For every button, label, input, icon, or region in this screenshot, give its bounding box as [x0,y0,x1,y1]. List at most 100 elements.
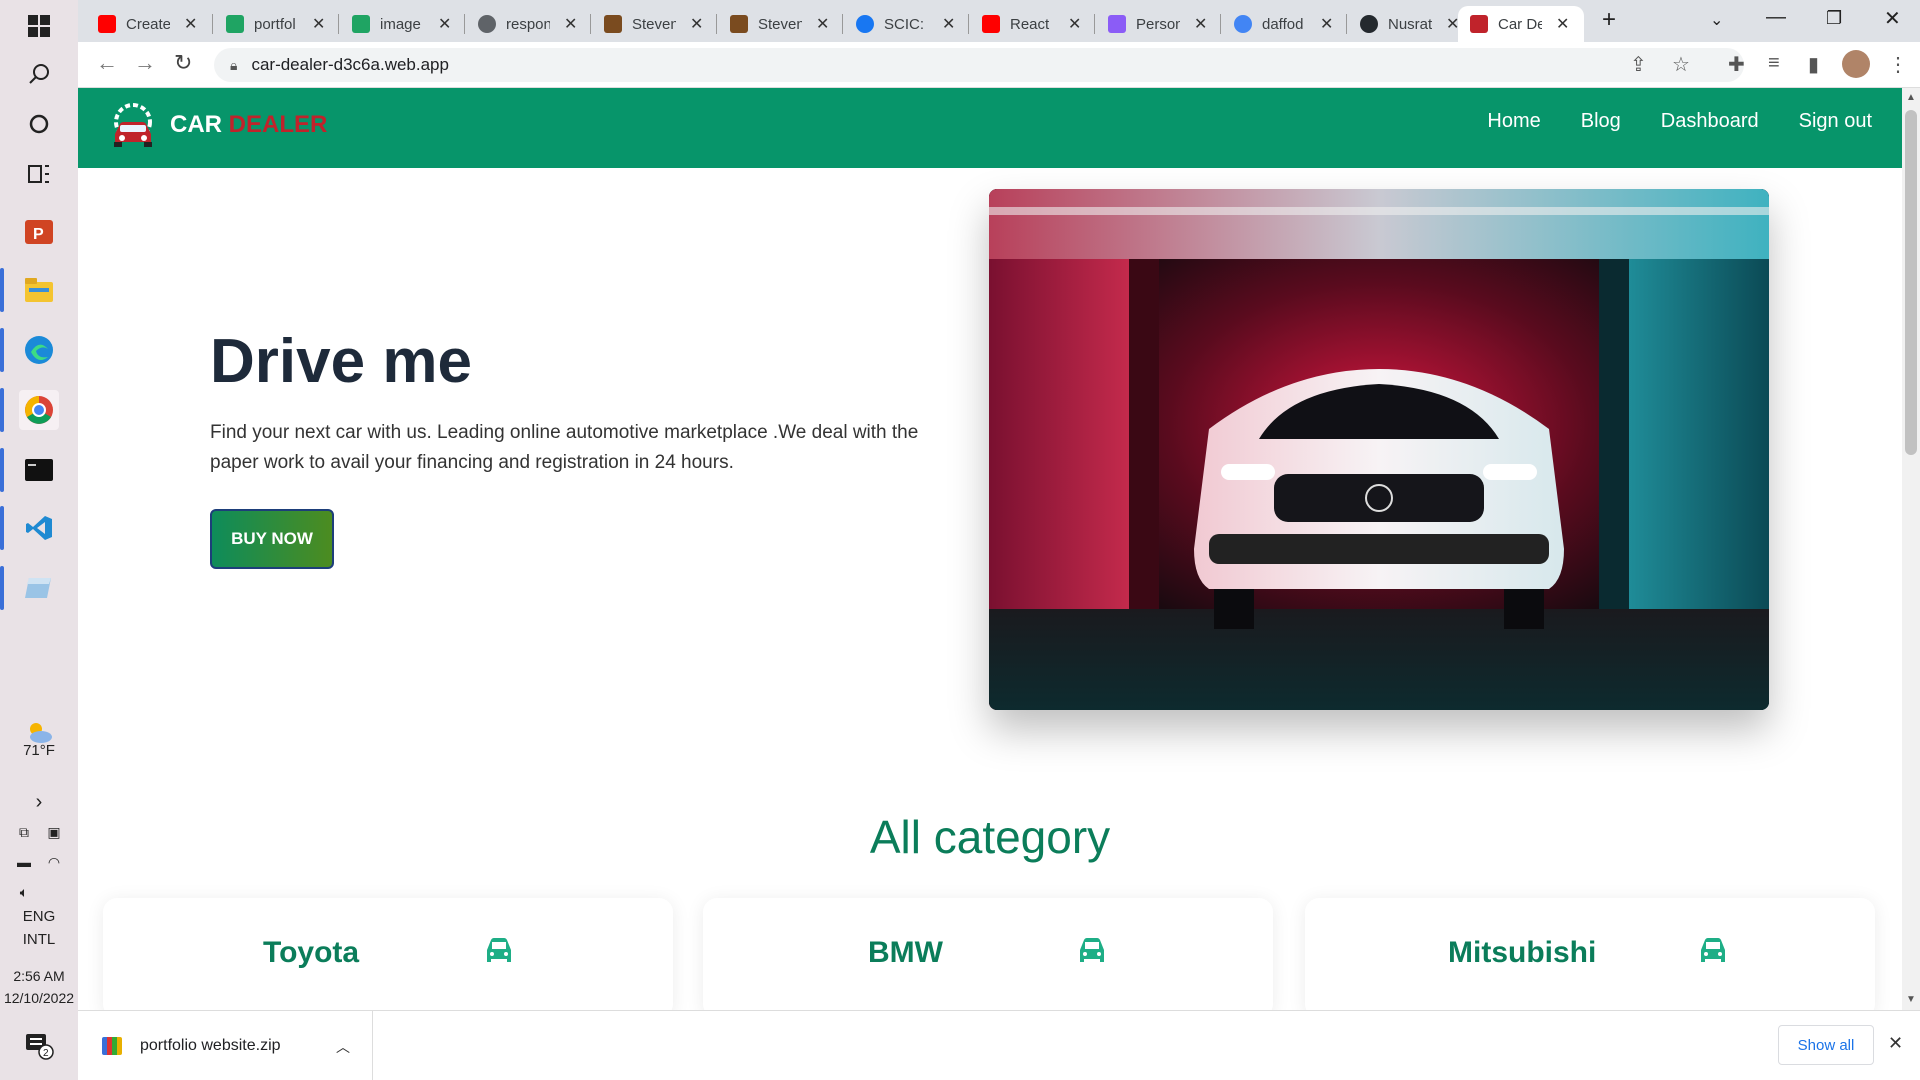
tab-label: Car De [1498,15,1542,33]
close-tab-icon[interactable]: ✕ [312,14,325,34]
forward-icon[interactable]: → [134,50,156,76]
close-window-icon[interactable]: ✕ [1884,6,1901,31]
car-favicon-icon [1470,15,1488,33]
windows-start-icon[interactable] [19,6,59,46]
tab-label: React [1010,15,1050,33]
scroll-up-icon[interactable]: ▲ [1906,92,1916,103]
category-card-mitsubishi[interactable]: Mitsubishi [1305,898,1875,1010]
extensions-icon[interactable]: ✚ [1728,52,1745,77]
category-name: BMW [868,936,943,969]
close-tab-icon[interactable]: ✕ [1320,14,1333,34]
close-tab-icon[interactable]: ✕ [942,14,955,34]
tab-label: Create [126,15,170,33]
youtube-favicon-icon [982,15,1000,33]
weather-temperature: 71°F [23,742,55,759]
browser-tab[interactable]: Create ✕ [86,6,209,42]
close-tab-icon[interactable]: ✕ [184,14,197,34]
browser-tab[interactable]: daffod ✕ [1222,6,1345,42]
browser-tab[interactable]: Person ✕ [1096,6,1219,42]
browser-tab[interactable]: React ✕ [970,6,1093,42]
category-card-bmw[interactable]: BMW [703,898,1273,1010]
browser-tab[interactable]: Steven ✕ [592,6,715,42]
app-icon[interactable] [19,568,59,608]
close-tab-icon[interactable]: ✕ [564,14,577,34]
scroll-down-icon[interactable]: ▼ [1906,994,1916,1005]
logo-word-car: CAR [170,111,222,138]
media-controls-icon[interactable]: ≡ [1768,52,1780,75]
category-card-toyota[interactable]: Toyota [103,898,673,1010]
download-item[interactable]: portfolio website.zip [102,1027,281,1065]
tab-search-icon[interactable]: ⌄ [1710,10,1723,30]
volume-icon[interactable]: 🔈︎ [12,872,36,912]
zip-file-icon [102,1037,122,1055]
browser-tab-strip: Create ✕ portfol ✕ image ✕ respon ✕ Stev… [78,0,1920,42]
tab-label: Person [1136,15,1180,33]
side-panel-icon[interactable]: ▮ [1808,52,1819,77]
notification-icon[interactable]: 2 [19,1026,59,1066]
download-shelf: portfolio website.zip ︿ Show all ✕ [78,1010,1920,1080]
minimize-icon[interactable]: — [1766,6,1786,29]
url-text[interactable]: car-dealer-d3c6a.web.app [251,55,449,75]
browser-tab-active[interactable]: Car De ✕ [1458,6,1584,42]
close-tab-icon[interactable]: ✕ [1068,14,1081,34]
browser-tab[interactable]: image ✕ [340,6,463,42]
cortana-icon[interactable] [19,104,59,144]
categories-heading: All category [869,811,1111,863]
lock-icon[interactable]: 🔒︎ [230,57,237,74]
restore-icon[interactable]: ❐ [1826,8,1842,29]
tab-label: Steven [758,15,802,33]
nav-dashboard-link[interactable]: Dashboard [1661,110,1759,133]
close-tab-icon[interactable]: ✕ [438,14,451,34]
close-tab-icon[interactable]: ✕ [1556,14,1569,34]
reload-icon[interactable]: ↻ [174,50,192,76]
address-bar[interactable]: 🔒︎ car-dealer-d3c6a.web.app [214,48,1744,82]
browser-toolbar: ← → ↻ 🔒︎ car-dealer-d3c6a.web.app ⇪ ☆ ✚ … [78,42,1920,88]
site-logo[interactable]: CAR DEALER [108,100,327,150]
file-explorer-icon[interactable] [19,270,59,310]
clock-time[interactable]: 2:56 AM [0,968,78,984]
language-variant: INTL [22,931,56,948]
browser-tab[interactable]: Steven ✕ [718,6,841,42]
close-tab-icon[interactable]: ✕ [1194,14,1207,34]
browser-tab[interactable]: portfol ✕ [214,6,337,42]
edge-browser-icon[interactable] [19,330,59,370]
download-file-name[interactable]: portfolio website.zip [140,1037,281,1055]
back-icon[interactable]: ← [96,50,118,76]
page-scrollbar[interactable]: ▲ ▼ [1902,88,1920,1010]
chrome-icon[interactable] [19,390,59,430]
profile-avatar[interactable] [1842,50,1870,78]
tab-label: daffod [1262,15,1304,33]
browser-tab[interactable]: respon ✕ [466,6,589,42]
globe-favicon-icon [478,15,496,33]
nav-blog-link[interactable]: Blog [1581,110,1621,133]
more-menu-icon[interactable]: ⋮ [1888,52,1908,77]
browser-tab[interactable]: SCIC: J ✕ [844,6,967,42]
terminal-icon[interactable] [19,450,59,490]
close-tab-icon[interactable]: ✕ [816,14,829,34]
language-indicator[interactable]: ENG [0,908,78,925]
vscode-icon[interactable] [19,508,59,548]
buy-now-button[interactable]: BUY NOW [210,509,334,569]
tab-label: Steven [632,15,676,33]
close-download-shelf-icon[interactable]: ✕ [1888,1033,1903,1054]
show-all-button[interactable]: Show all [1778,1025,1874,1065]
clock-date[interactable]: 12/10/2022 [0,990,78,1006]
browser-tab[interactable]: Nusrat ✕ [1348,6,1471,42]
page-viewport: CAR DEALER Home Blog Dashboard Sign out … [78,88,1902,1010]
hero-car-image [989,189,1769,710]
wifi-icon[interactable]: ◠ [42,842,66,882]
scrollbar-thumb[interactable] [1905,110,1917,455]
search-icon[interactable] [19,54,59,94]
category-name: Mitsubishi [1448,936,1597,969]
close-tab-icon[interactable]: ✕ [690,14,703,34]
new-tab-icon[interactable]: + [1602,6,1616,34]
nav-sign-out-link[interactable]: Sign out [1799,110,1872,133]
task-view-icon[interactable] [19,154,59,194]
chevron-up-icon[interactable]: ︿ [336,1037,350,1057]
share-icon[interactable]: ⇪ [1630,52,1647,77]
nav-home-link[interactable]: Home [1487,110,1540,133]
bookmark-star-icon[interactable]: ☆ [1672,52,1690,77]
google-favicon-icon [1234,15,1252,33]
windows-taskbar: P 71°F › ⧉ ▣ ▬ ◠ 🔈︎ ENG INTL 2:56 AM 12/… [0,0,78,1080]
powerpoint-icon[interactable]: P [19,212,59,252]
